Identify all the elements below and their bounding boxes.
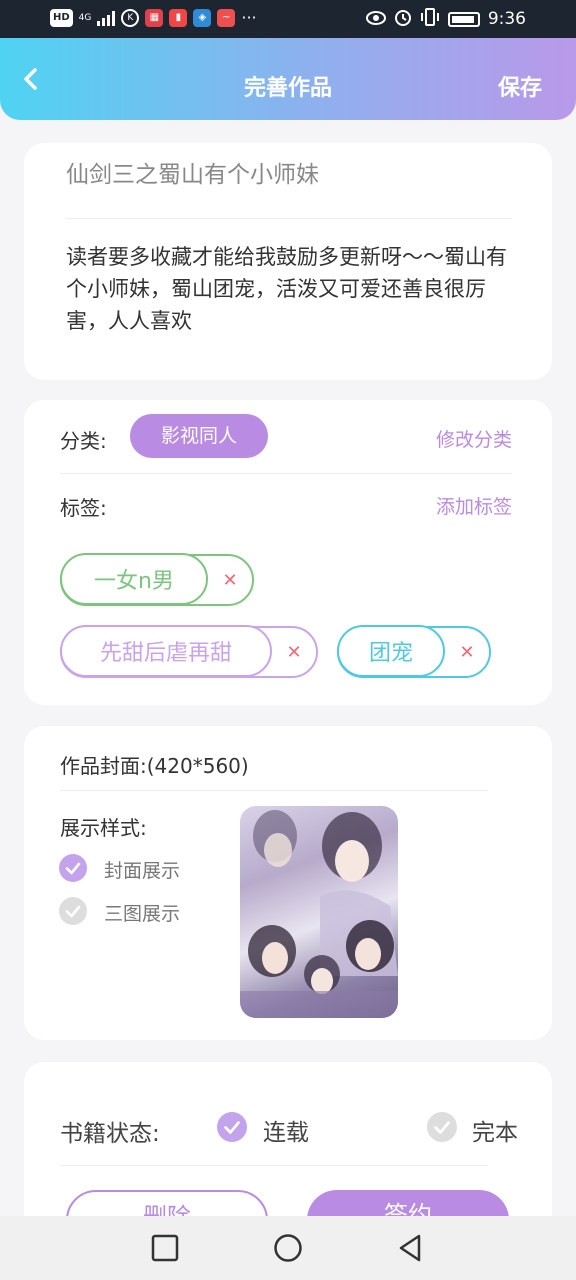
serializing-label[interactable]: 连载 [263, 1113, 309, 1147]
modify-category-link[interactable]: 修改分类 [436, 425, 512, 452]
check-circle-icon [217, 1112, 247, 1142]
k-circle-icon: K [121, 8, 140, 27]
three-image-display-label[interactable]: 三图展示 [104, 899, 180, 926]
serializing-radio[interactable] [217, 1112, 247, 1142]
calendar-icon: ▦ [145, 8, 164, 27]
circle-icon [274, 1234, 302, 1262]
remove-tag-icon[interactable]: ✕ [272, 642, 316, 663]
book-description-input[interactable]: 读者要多收藏才能给我鼓励多更新呀～～蜀山有个小师妹，蜀山团宠，活泼又可爱还善良很… [66, 241, 526, 337]
completed-label[interactable]: 完本 [472, 1113, 518, 1147]
divider [66, 218, 512, 219]
cover-image[interactable] [240, 806, 398, 1018]
tag-label: 先甜后虐再甜 [60, 625, 272, 677]
check-circle-icon [59, 854, 87, 882]
eye-icon [365, 10, 386, 29]
book-title-input[interactable]: 仙剑三之蜀山有个小师妹 [66, 155, 319, 189]
check-circle-icon [59, 897, 87, 925]
alarm-icon [394, 8, 412, 30]
cover-label: 作品封面:(420*560) [60, 750, 249, 779]
tag-label: 一女n男 [60, 553, 208, 605]
app-blue-icon: ◈ [193, 8, 212, 27]
status-bar-left: HD 4G K ▦ ▮ ◈ ~ ··· [50, 8, 257, 27]
clock: 9:36 [487, 9, 526, 29]
app-header: 完善作品 保存 [0, 38, 576, 120]
three-image-display-radio[interactable] [59, 897, 87, 925]
tag-chip: 团宠 ✕ [337, 625, 491, 678]
tag-chip: 一女n男 ✕ [60, 553, 254, 606]
more-notifications-icon: ··· [241, 8, 257, 27]
recent-apps-button[interactable] [150, 1233, 180, 1263]
triangle-back-icon [399, 1234, 421, 1262]
signal-icon [97, 10, 116, 26]
cover-size-hint: (420*560) [146, 754, 249, 778]
app-red-icon: ~ [217, 8, 236, 27]
check-circle-icon [427, 1112, 457, 1142]
save-button[interactable]: 保存 [498, 70, 542, 102]
divider [60, 473, 512, 474]
status-bar: HD 4G K ▦ ▮ ◈ ~ ··· 9:36 [0, 0, 576, 38]
tag-label: 团宠 [337, 625, 445, 677]
cover-card: 作品封面:(420*560) 展示样式: 封面展示 三图展示 [24, 726, 552, 1040]
system-navigation-bar [0, 1216, 576, 1280]
remove-tag-icon[interactable]: ✕ [445, 642, 489, 663]
vibrate-icon [420, 8, 440, 30]
status-bar-right: 9:36 [365, 8, 526, 30]
tag-chip: 先甜后虐再甜 ✕ [60, 625, 318, 678]
category-badge: 影视同人 [130, 414, 268, 458]
page-title: 完善作品 [243, 76, 332, 101]
square-icon [151, 1234, 179, 1262]
divider [60, 790, 488, 791]
network-type: 4G [78, 12, 92, 23]
add-tag-link[interactable]: 添加标签 [436, 492, 512, 519]
remove-tag-icon[interactable]: ✕ [208, 570, 252, 591]
cover-display-label[interactable]: 封面展示 [104, 856, 180, 883]
tags-label: 标签: [60, 496, 107, 520]
book-status-label: 书籍状态: [60, 1121, 160, 1147]
cover-label-text: 作品封面: [60, 754, 147, 778]
hd-badge: HD [50, 8, 73, 27]
category-label: 分类: [60, 429, 107, 453]
book-red-icon: ▮ [169, 8, 188, 27]
book-info-card: 仙剑三之蜀山有个小师妹 读者要多收藏才能给我鼓励多更新呀～～蜀山有个小师妹，蜀山… [24, 143, 552, 380]
cover-artwork [240, 810, 398, 1018]
display-style-label: 展示样式: [60, 816, 147, 840]
completed-radio[interactable] [427, 1112, 457, 1142]
cover-display-radio[interactable] [59, 854, 87, 882]
divider [60, 1165, 488, 1166]
system-back-button[interactable] [395, 1233, 425, 1263]
category-tags-card: 分类: 影视同人 修改分类 标签: 添加标签 一女n男 ✕ 先甜后虐再甜 ✕ 团… [24, 400, 552, 705]
battery-icon [447, 11, 480, 27]
home-button[interactable] [273, 1233, 303, 1263]
